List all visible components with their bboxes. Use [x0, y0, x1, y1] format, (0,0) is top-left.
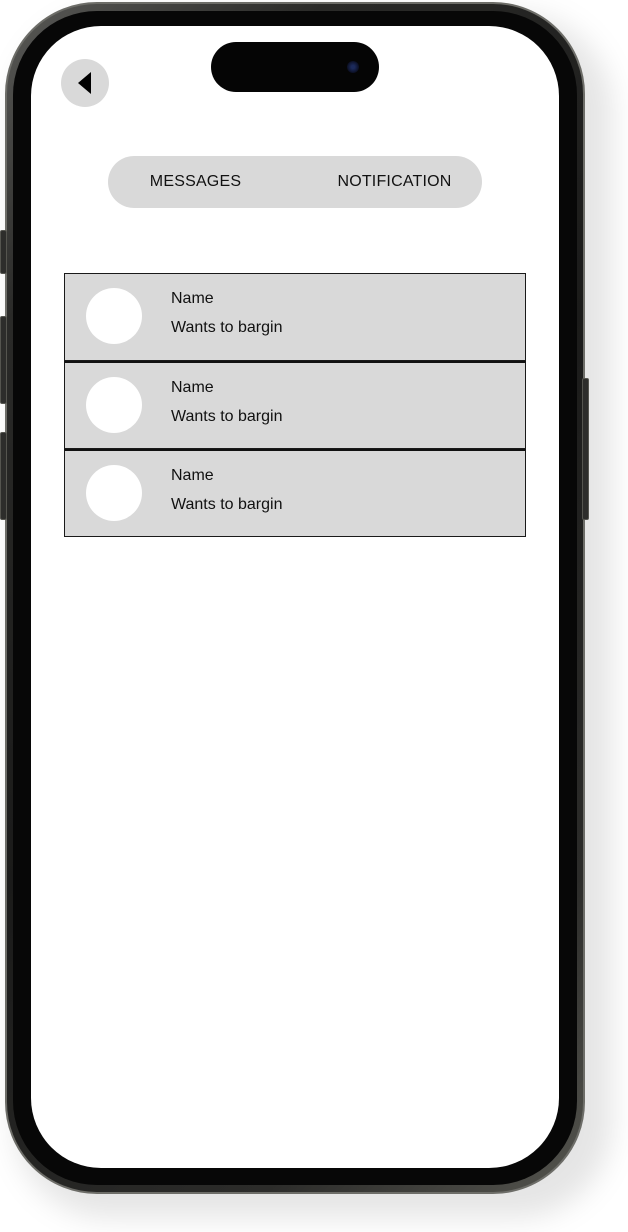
stage: MESSAGES NOTIFICATION Name Wants to barg… — [0, 0, 628, 1232]
item-name: Name — [171, 290, 214, 307]
avatar — [86, 288, 142, 344]
dynamic-island — [211, 42, 379, 92]
notification-list: Name Wants to bargin Name Wants to bargi… — [64, 273, 526, 537]
screen: MESSAGES NOTIFICATION Name Wants to barg… — [31, 26, 559, 1168]
item-message: Wants to bargin — [171, 408, 283, 425]
tab-messages[interactable]: MESSAGES — [108, 173, 295, 191]
item-message: Wants to bargin — [171, 496, 283, 513]
volume-down-button — [0, 432, 7, 520]
avatar — [86, 377, 142, 433]
front-camera-icon — [347, 61, 359, 73]
avatar — [86, 465, 142, 521]
item-message: Wants to bargin — [171, 319, 283, 336]
tab-switcher: MESSAGES NOTIFICATION — [108, 156, 482, 208]
silent-switch — [0, 230, 7, 274]
list-item[interactable]: Name Wants to bargin — [64, 273, 526, 361]
item-name: Name — [171, 467, 214, 484]
list-item[interactable]: Name Wants to bargin — [64, 449, 526, 537]
power-button — [582, 378, 589, 520]
tab-notification[interactable]: NOTIFICATION — [295, 173, 482, 191]
back-button[interactable] — [61, 59, 109, 107]
volume-up-button — [0, 316, 7, 404]
item-name: Name — [171, 379, 214, 396]
list-item[interactable]: Name Wants to bargin — [64, 361, 526, 449]
back-arrow-icon — [78, 72, 91, 94]
